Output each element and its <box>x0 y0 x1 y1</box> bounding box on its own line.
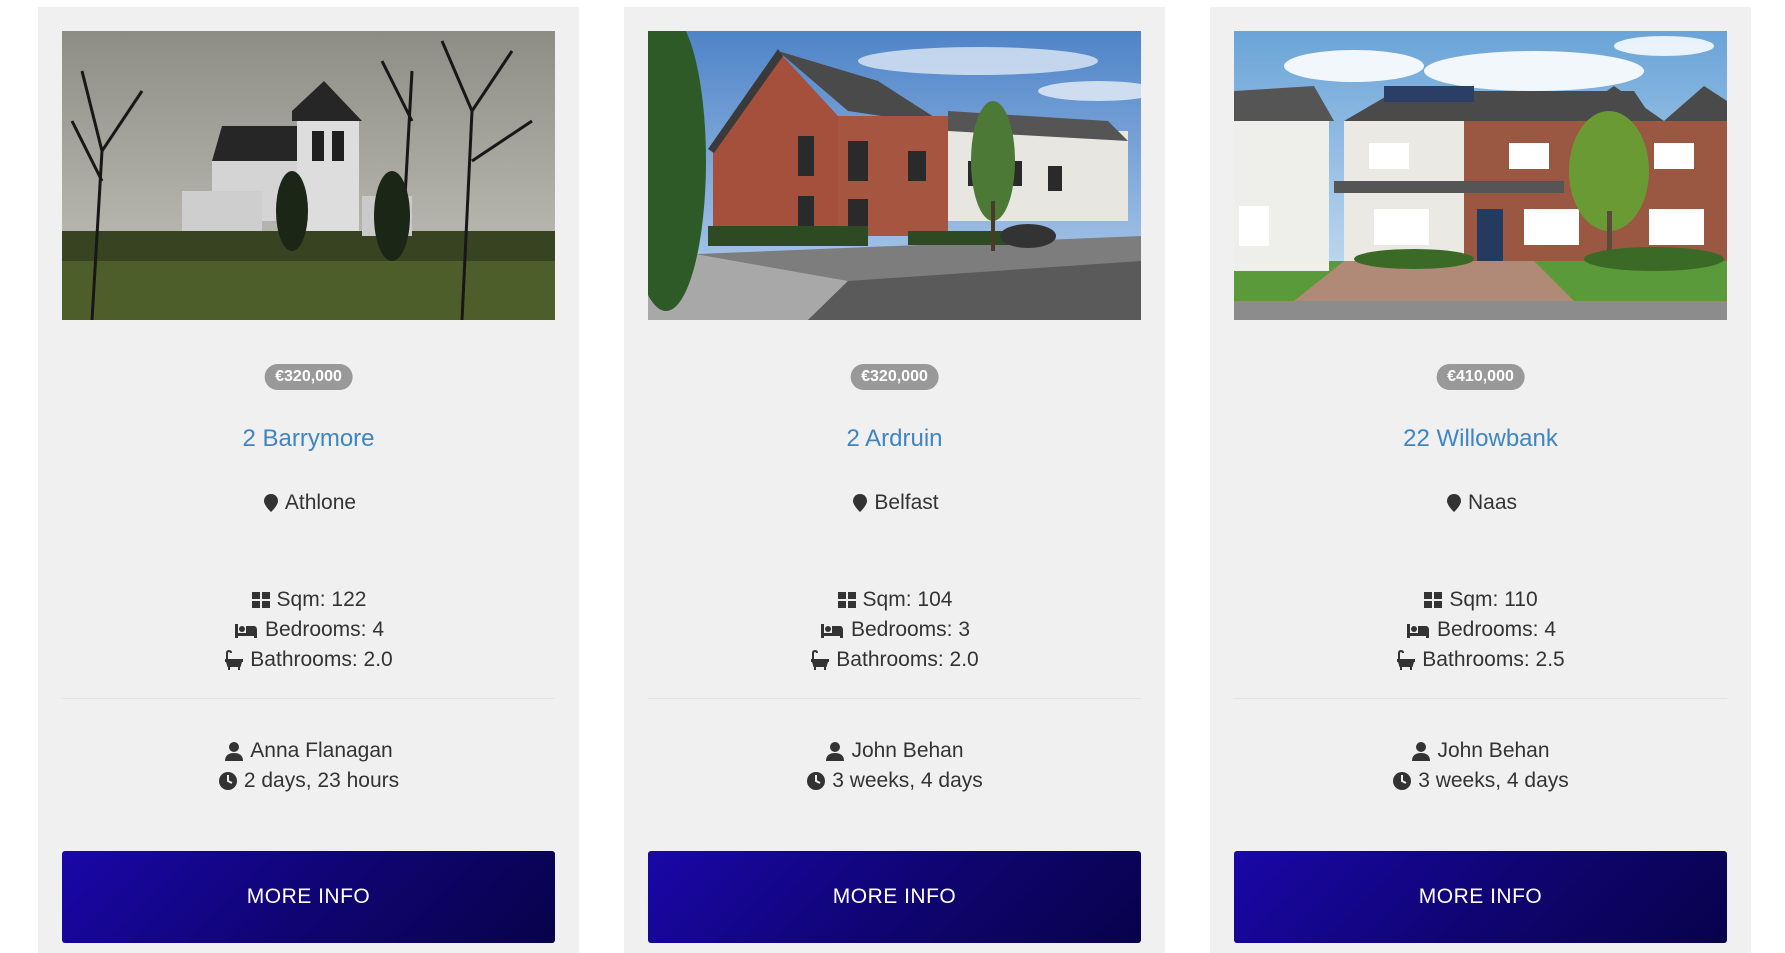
more-info-button[interactable]: MORE INFO <box>648 851 1141 943</box>
price-badge: €320,000 <box>850 364 939 390</box>
more-info-button[interactable]: MORE INFO <box>62 851 555 943</box>
bathrooms-text: Bathrooms: 2.0 <box>836 648 979 671</box>
location-text: Belfast <box>874 491 939 514</box>
bedrooms-text: Bedrooms: 3 <box>850 618 971 641</box>
location: Athlone <box>38 491 579 515</box>
divider <box>1234 698 1727 699</box>
location: Belfast <box>624 491 1165 515</box>
bath-icon <box>225 650 244 670</box>
posted-time: 2 days, 23 hours <box>243 769 400 792</box>
agent-name: Anna Flanagan <box>250 739 393 762</box>
map-marker-icon <box>1446 494 1461 512</box>
listing-grid: €320,000 2 Barrymore Athlone Sqm: 122 Be… <box>0 0 1785 953</box>
clock-icon <box>218 772 237 790</box>
map-marker-icon <box>853 494 868 512</box>
bathrooms-text: Bathrooms: 2.0 <box>250 648 393 671</box>
clock-icon <box>807 772 826 790</box>
agent-info: John Behan 3 weeks, 4 days <box>624 736 1165 796</box>
bathrooms-text: Bathrooms: 2.5 <box>1422 648 1565 671</box>
posted-time: 3 weeks, 4 days <box>832 769 983 792</box>
agent-info: Anna Flanagan 2 days, 23 hours <box>38 736 579 796</box>
user-icon <box>225 742 244 761</box>
location-text: Naas <box>1467 491 1518 514</box>
property-specs: Sqm: 110 Bedrooms: 4 Bathrooms: 2.5 <box>1210 585 1751 675</box>
listing-card: €410,000 22 Willowbank Naas Sqm: 110 Bed… <box>1210 7 1751 953</box>
grid-icon <box>1424 592 1443 608</box>
property-specs: Sqm: 104 Bedrooms: 3 Bathrooms: 2.0 <box>624 585 1165 675</box>
bed-icon <box>1406 624 1429 638</box>
location-text: Athlone <box>284 491 357 514</box>
listing-card: €320,000 2 Ardruin Belfast Sqm: 104 Bedr… <box>624 7 1165 953</box>
price-badge: €320,000 <box>264 364 353 390</box>
location: Naas <box>1210 491 1751 515</box>
listing-title-link[interactable]: 2 Ardruin <box>624 425 1165 453</box>
grid-icon <box>837 592 856 608</box>
agent-name: John Behan <box>851 739 964 762</box>
bath-icon <box>1397 650 1416 670</box>
listing-card: €320,000 2 Barrymore Athlone Sqm: 122 Be… <box>38 7 579 953</box>
property-photo[interactable] <box>62 31 555 320</box>
sqm-text: Sqm: 122 <box>276 588 367 611</box>
listing-title-link[interactable]: 22 Willowbank <box>1210 425 1751 453</box>
divider <box>648 698 1141 699</box>
sqm-text: Sqm: 110 <box>1449 588 1538 611</box>
property-photo[interactable] <box>1234 31 1727 320</box>
map-marker-icon <box>263 494 278 512</box>
bedrooms-text: Bedrooms: 4 <box>264 618 385 641</box>
price-badge: €410,000 <box>1436 364 1525 390</box>
grid-icon <box>251 592 270 608</box>
agent-name: John Behan <box>1437 739 1550 762</box>
divider <box>62 698 555 699</box>
more-info-button[interactable]: MORE INFO <box>1234 851 1727 943</box>
listing-title-link[interactable]: 2 Barrymore <box>38 425 579 453</box>
sqm-text: Sqm: 104 <box>862 588 953 611</box>
agent-info: John Behan 3 weeks, 4 days <box>1210 736 1751 796</box>
user-icon <box>826 742 845 761</box>
bath-icon <box>811 650 830 670</box>
user-icon <box>1412 742 1431 761</box>
property-specs: Sqm: 122 Bedrooms: 4 Bathrooms: 2.0 <box>38 585 579 675</box>
bed-icon <box>234 624 257 638</box>
property-photo[interactable] <box>648 31 1141 320</box>
bed-icon <box>820 624 843 638</box>
bedrooms-text: Bedrooms: 4 <box>1436 618 1557 641</box>
posted-time: 3 weeks, 4 days <box>1418 769 1569 792</box>
clock-icon <box>1393 772 1412 790</box>
